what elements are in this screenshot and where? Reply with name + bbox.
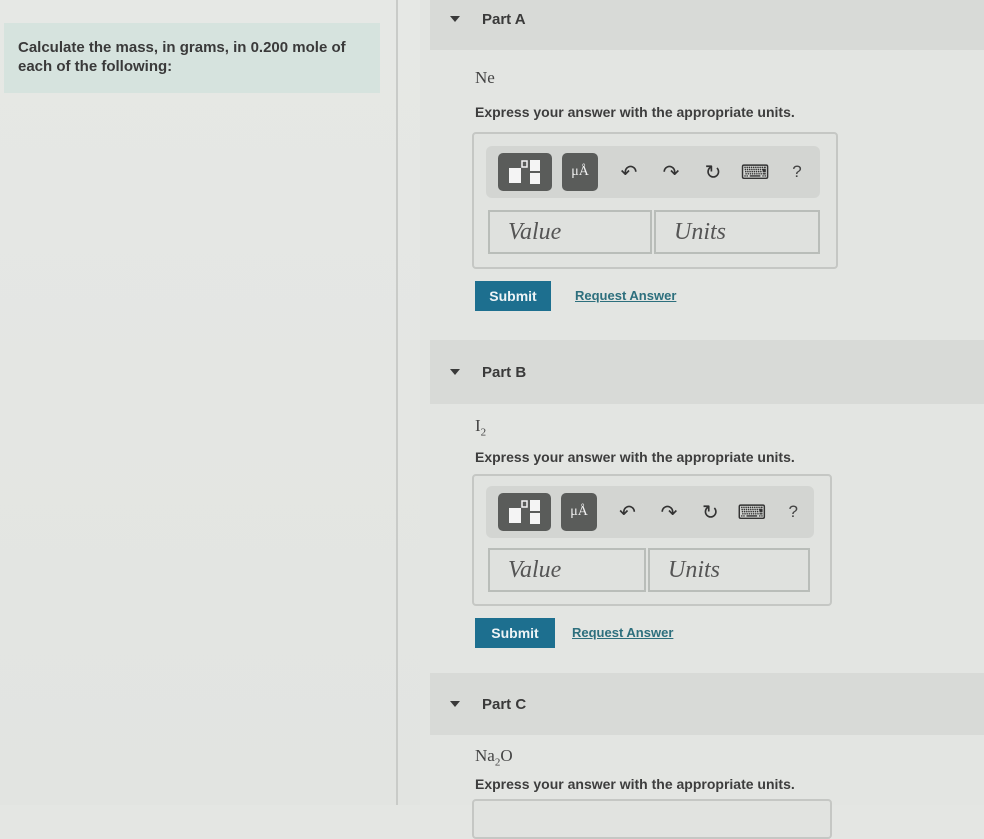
part-b-title: Part B [482,363,527,381]
formula-text: Na [475,746,495,765]
part-a-submit-button[interactable]: Submit [475,281,551,311]
redo-button[interactable]: ↷ [648,493,689,531]
pane-divider [396,0,398,805]
part-a-toolbar: μÅ ↶ ↷ ↻ ⌨ ? [486,146,820,198]
keyboard-button[interactable]: ⌨ [734,153,776,191]
caret-down-icon [450,369,460,375]
help-icon: ? [788,502,798,521]
undo-button[interactable]: ↶ [607,493,648,531]
help-button[interactable]: ? [773,493,814,531]
part-a-request-answer-link[interactable]: Request Answer [575,288,676,303]
formula-text-tail: O [500,746,513,765]
templates-button[interactable] [498,153,552,191]
units-button[interactable]: μÅ [561,493,597,531]
parts-pane: Part A Ne Express your answer with the a… [420,0,984,839]
part-a-value-input[interactable]: Value [488,210,652,254]
part-a-answer-box: μÅ ↶ ↷ ↻ ⌨ ? Value Units [472,132,838,269]
part-a-header[interactable]: Part A [430,0,984,50]
problem-intro-text: Calculate the mass, in grams, in 0.200 m… [18,39,346,75]
part-a-formula: Ne [475,68,495,88]
part-b-answer-box: μÅ ↶ ↷ ↻ ⌨ ? Value Units [472,474,832,606]
part-b-value-input[interactable]: Value [488,548,646,592]
reset-icon: ↻ [704,161,722,184]
part-c-formula: Na2O [475,746,513,768]
units-icon: μÅ [570,504,588,519]
part-b-submit-button[interactable]: Submit [475,618,555,648]
redo-icon: ↷ [660,501,678,524]
caret-down-icon [450,16,460,22]
formula-subscript: 2 [480,426,487,439]
part-c-header[interactable]: Part C [430,673,984,735]
units-button[interactable]: μÅ [562,153,598,191]
templates-button[interactable] [498,493,552,531]
caret-down-icon [450,701,460,707]
problem-intro: Calculate the mass, in grams, in 0.200 m… [4,23,380,93]
keyboard-icon: ⌨ [737,501,767,524]
keyboard-button[interactable]: ⌨ [731,493,772,531]
units-icon: μÅ [571,164,589,179]
part-b-units-input[interactable]: Units [648,548,810,592]
reset-button[interactable]: ↻ [690,493,731,531]
part-b-header[interactable]: Part B [430,340,984,404]
redo-button[interactable]: ↷ [650,153,692,191]
units-placeholder: Units [674,218,727,245]
part-b-formula: I2 [475,416,486,438]
redo-icon: ↷ [662,161,680,184]
reset-icon: ↻ [702,501,719,524]
keyboard-icon: ⌨ [740,161,770,184]
undo-icon: ↶ [619,501,636,524]
part-c-title: Part C [482,695,527,713]
undo-icon: ↶ [620,161,638,184]
value-placeholder: Value [508,556,562,583]
fraction-template-icon [508,500,540,524]
fraction-template-icon [509,160,540,184]
part-c-instruction: Express your answer with the appropriate… [475,776,795,792]
part-b-toolbar: μÅ ↶ ↷ ↻ ⌨ ? [486,486,814,538]
part-a-title: Part A [482,10,526,28]
units-placeholder: Units [668,556,721,583]
problem-pane: Calculate the mass, in grams, in 0.200 m… [0,0,420,805]
undo-button[interactable]: ↶ [608,153,650,191]
formula-text: Ne [475,68,495,87]
part-a-units-input[interactable]: Units [654,210,820,254]
part-c-answer-box [472,799,832,839]
part-b-request-answer-link[interactable]: Request Answer [572,625,673,640]
help-button[interactable]: ? [776,153,818,191]
part-b-instruction: Express your answer with the appropriate… [475,449,795,465]
reset-button[interactable]: ↻ [692,153,734,191]
part-a-instruction: Express your answer with the appropriate… [475,104,795,120]
help-icon: ? [792,162,802,181]
value-placeholder: Value [508,218,562,245]
